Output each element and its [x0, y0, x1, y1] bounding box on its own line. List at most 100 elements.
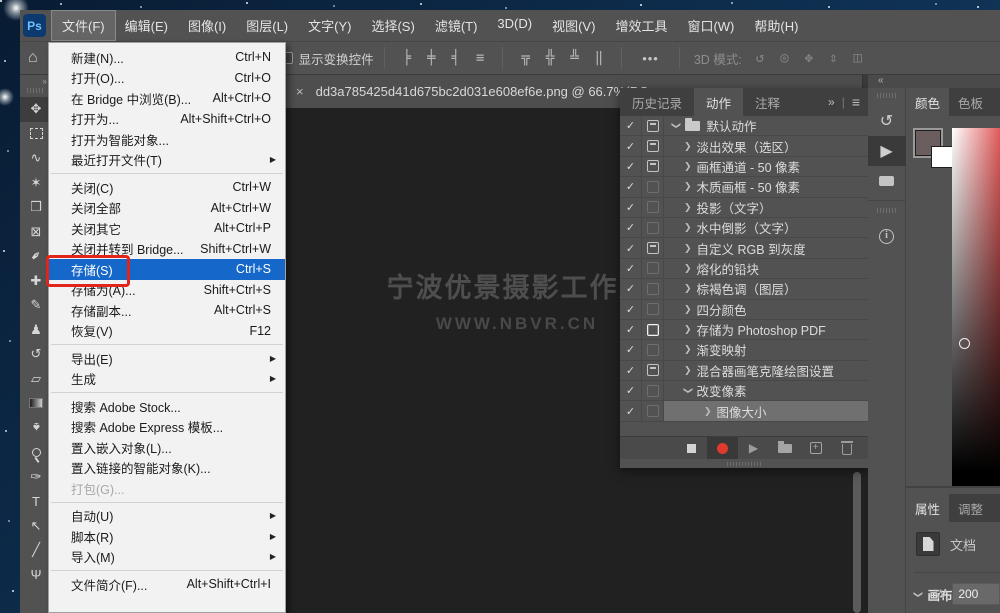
color-tab-颜色[interactable]: 颜色 [906, 88, 949, 116]
action-row[interactable]: ✓❯渐变映射 [620, 340, 868, 360]
action-content[interactable]: ❯混合器画笔克隆绘图设置 [664, 361, 868, 380]
stop-button[interactable] [676, 437, 707, 460]
action-dialog-cell[interactable] [642, 218, 664, 237]
collapse-arrow-icon[interactable]: ❯ [682, 387, 693, 395]
expand-arrow-icon[interactable]: ❯ [684, 304, 692, 315]
properties-tab-调整[interactable]: 调整 [949, 494, 992, 522]
hue-cube-picker[interactable] [952, 128, 1000, 486]
action-toggle-cell[interactable]: ✓ [620, 238, 642, 257]
action-row[interactable]: ✓❯水中倒影（文字） [620, 218, 868, 238]
action-dialog-cell[interactable] [642, 361, 664, 380]
distribute-icon[interactable]: ╬ [538, 50, 562, 66]
distribute-icon[interactable]: ╦ [513, 50, 537, 66]
action-dialog-cell[interactable] [642, 381, 664, 400]
distribute-icon[interactable]: ‖ [587, 50, 611, 66]
action-content[interactable]: ❯熔化的铅块 [664, 259, 868, 278]
action-toggle-cell[interactable]: ✓ [620, 198, 642, 217]
more-options-icon[interactable]: ••• [632, 51, 669, 66]
action-row[interactable]: ✓❯棕褐色调（图层） [620, 279, 868, 299]
menubar-item[interactable]: 视图(V) [542, 11, 605, 40]
panel-expand-icon[interactable]: » [828, 95, 835, 109]
action-toggle-cell[interactable]: ✓ [620, 136, 642, 155]
menubar-item[interactable]: 3D(D) [487, 11, 542, 40]
action-dialog-cell[interactable] [642, 340, 664, 359]
action-row[interactable]: ✓❯画框通道 - 50 像素 [620, 157, 868, 177]
file-menu-item[interactable]: 关闭全部Alt+Ctrl+W [49, 198, 285, 219]
file-menu-item[interactable]: 脚本(R)▶ [49, 526, 285, 547]
file-menu-item[interactable]: 关闭其它Alt+Ctrl+P [49, 218, 285, 239]
actions-tab-历史记录[interactable]: 历史记录 [620, 88, 694, 116]
expand-arrow-icon[interactable]: ❯ [684, 365, 692, 376]
action-toggle-cell[interactable]: ✓ [620, 116, 642, 135]
file-menu-item[interactable]: 搜索 Adobe Stock... [49, 396, 285, 417]
action-content[interactable]: ❯淡出效果（选区） [664, 136, 868, 155]
expand-arrow-icon[interactable]: ❯ [684, 181, 692, 192]
file-menu-item[interactable]: 生成▶ [49, 369, 285, 390]
3d-mode-icon[interactable]: ✥ [797, 50, 821, 66]
action-dialog-cell[interactable] [642, 300, 664, 319]
menubar-item[interactable]: 帮助(H) [744, 11, 808, 40]
action-toggle-cell[interactable]: ✓ [620, 381, 642, 400]
action-toggle-cell[interactable]: ✓ [620, 401, 642, 420]
file-menu-item[interactable]: 置入嵌入对象(L)... [49, 437, 285, 458]
menubar-item[interactable]: 文字(Y) [298, 11, 361, 40]
file-menu-item[interactable]: 在 Bridge 中浏览(B)...Alt+Ctrl+O [49, 88, 285, 109]
expand-arrow-icon[interactable]: ❯ [684, 263, 692, 274]
new-group-button[interactable] [769, 437, 800, 460]
info-panel-icon[interactable]: i [868, 221, 906, 251]
action-dialog-cell[interactable] [642, 320, 664, 339]
menubar-item[interactable]: 窗口(W) [677, 11, 744, 40]
action-toggle-cell[interactable]: ✓ [620, 259, 642, 278]
strip-grip[interactable] [877, 93, 897, 98]
color-tab-渐变[interactable]: 渐变 [992, 88, 1000, 116]
action-row[interactable]: ✓ ❯投影（文字） [620, 198, 868, 218]
close-tab-icon[interactable]: × [285, 84, 316, 99]
expand-arrow-icon[interactable]: ❯ [704, 406, 712, 417]
file-menu-item[interactable]: 导出(E)▶ [49, 348, 285, 369]
action-content[interactable]: ❯投影（文字） [664, 198, 868, 217]
panel-resize-grip[interactable] [620, 459, 868, 468]
menubar-item[interactable]: 图像(I) [178, 11, 236, 40]
expand-arrow-icon[interactable]: ❯ [684, 283, 692, 294]
action-dialog-cell[interactable] [642, 116, 664, 135]
3d-mode-icon[interactable]: ⇕ [821, 50, 845, 66]
file-menu-item[interactable]: 存储副本...Alt+Ctrl+S [49, 300, 285, 321]
notes-panel-icon[interactable] [868, 166, 906, 196]
action-row[interactable]: ✓❯默认动作 [620, 116, 868, 136]
properties-tab-属性[interactable]: 属性 [906, 494, 949, 522]
actions-tab-动作[interactable]: 动作 [694, 88, 743, 116]
file-menu-item[interactable]: 打包(G)... [49, 478, 285, 499]
collapse-dock-icon[interactable]: « [878, 75, 884, 86]
action-content[interactable]: ❯存储为 Photoshop PDF [664, 320, 868, 339]
file-menu-item[interactable]: 恢复(V)F12 [49, 321, 285, 342]
actions-tab-注释[interactable]: 注释 [743, 88, 792, 116]
width-input[interactable]: 200 [952, 583, 1000, 605]
file-menu-item[interactable]: 打开为智能对象... [49, 129, 285, 150]
menubar-item[interactable]: 文件(F) [52, 11, 115, 40]
file-menu-item[interactable]: 搜索 Adobe Express 模板... [49, 417, 285, 438]
action-content[interactable]: ❯自定义 RGB 到灰度 [664, 238, 868, 257]
expand-arrow-icon[interactable]: ❯ [684, 324, 692, 335]
action-row[interactable]: ✓ ❯熔化的铅块 [620, 259, 868, 279]
record-button[interactable] [707, 437, 738, 460]
action-toggle-cell[interactable]: ✓ [620, 361, 642, 380]
expand-arrow-icon[interactable]: ❯ [684, 202, 692, 213]
menubar-item[interactable]: 增效工具 [605, 11, 677, 40]
action-row[interactable]: ✓❯木质画框 - 50 像素 [620, 177, 868, 197]
file-menu-item[interactable]: 关闭(C)Ctrl+W [49, 177, 285, 198]
file-menu-item[interactable]: 文件简介(F)...Alt+Shift+Ctrl+I [49, 574, 285, 595]
action-toggle-cell[interactable]: ✓ [620, 279, 642, 298]
action-row[interactable]: ✓ ❯自定义 RGB 到灰度 [620, 238, 868, 258]
file-menu-item[interactable]: 导入(M)▶ [49, 547, 285, 568]
action-dialog-cell[interactable] [642, 136, 664, 155]
action-content[interactable]: ❯四分颜色 [664, 300, 868, 319]
play-button[interactable]: ▶ [738, 437, 769, 460]
expand-arrow-icon[interactable]: ❯ [684, 344, 692, 355]
expand-arrow-icon[interactable]: ❯ [684, 141, 692, 152]
action-row[interactable]: ✓❯四分颜色 [620, 300, 868, 320]
3d-mode-icon[interactable]: ◎ [772, 50, 796, 66]
background-color-swatch[interactable] [931, 146, 953, 168]
action-row[interactable]: ✓❯存储为 Photoshop PDF [620, 320, 868, 340]
document-type-button[interactable] [916, 532, 940, 556]
new-action-button[interactable]: + [800, 437, 831, 460]
